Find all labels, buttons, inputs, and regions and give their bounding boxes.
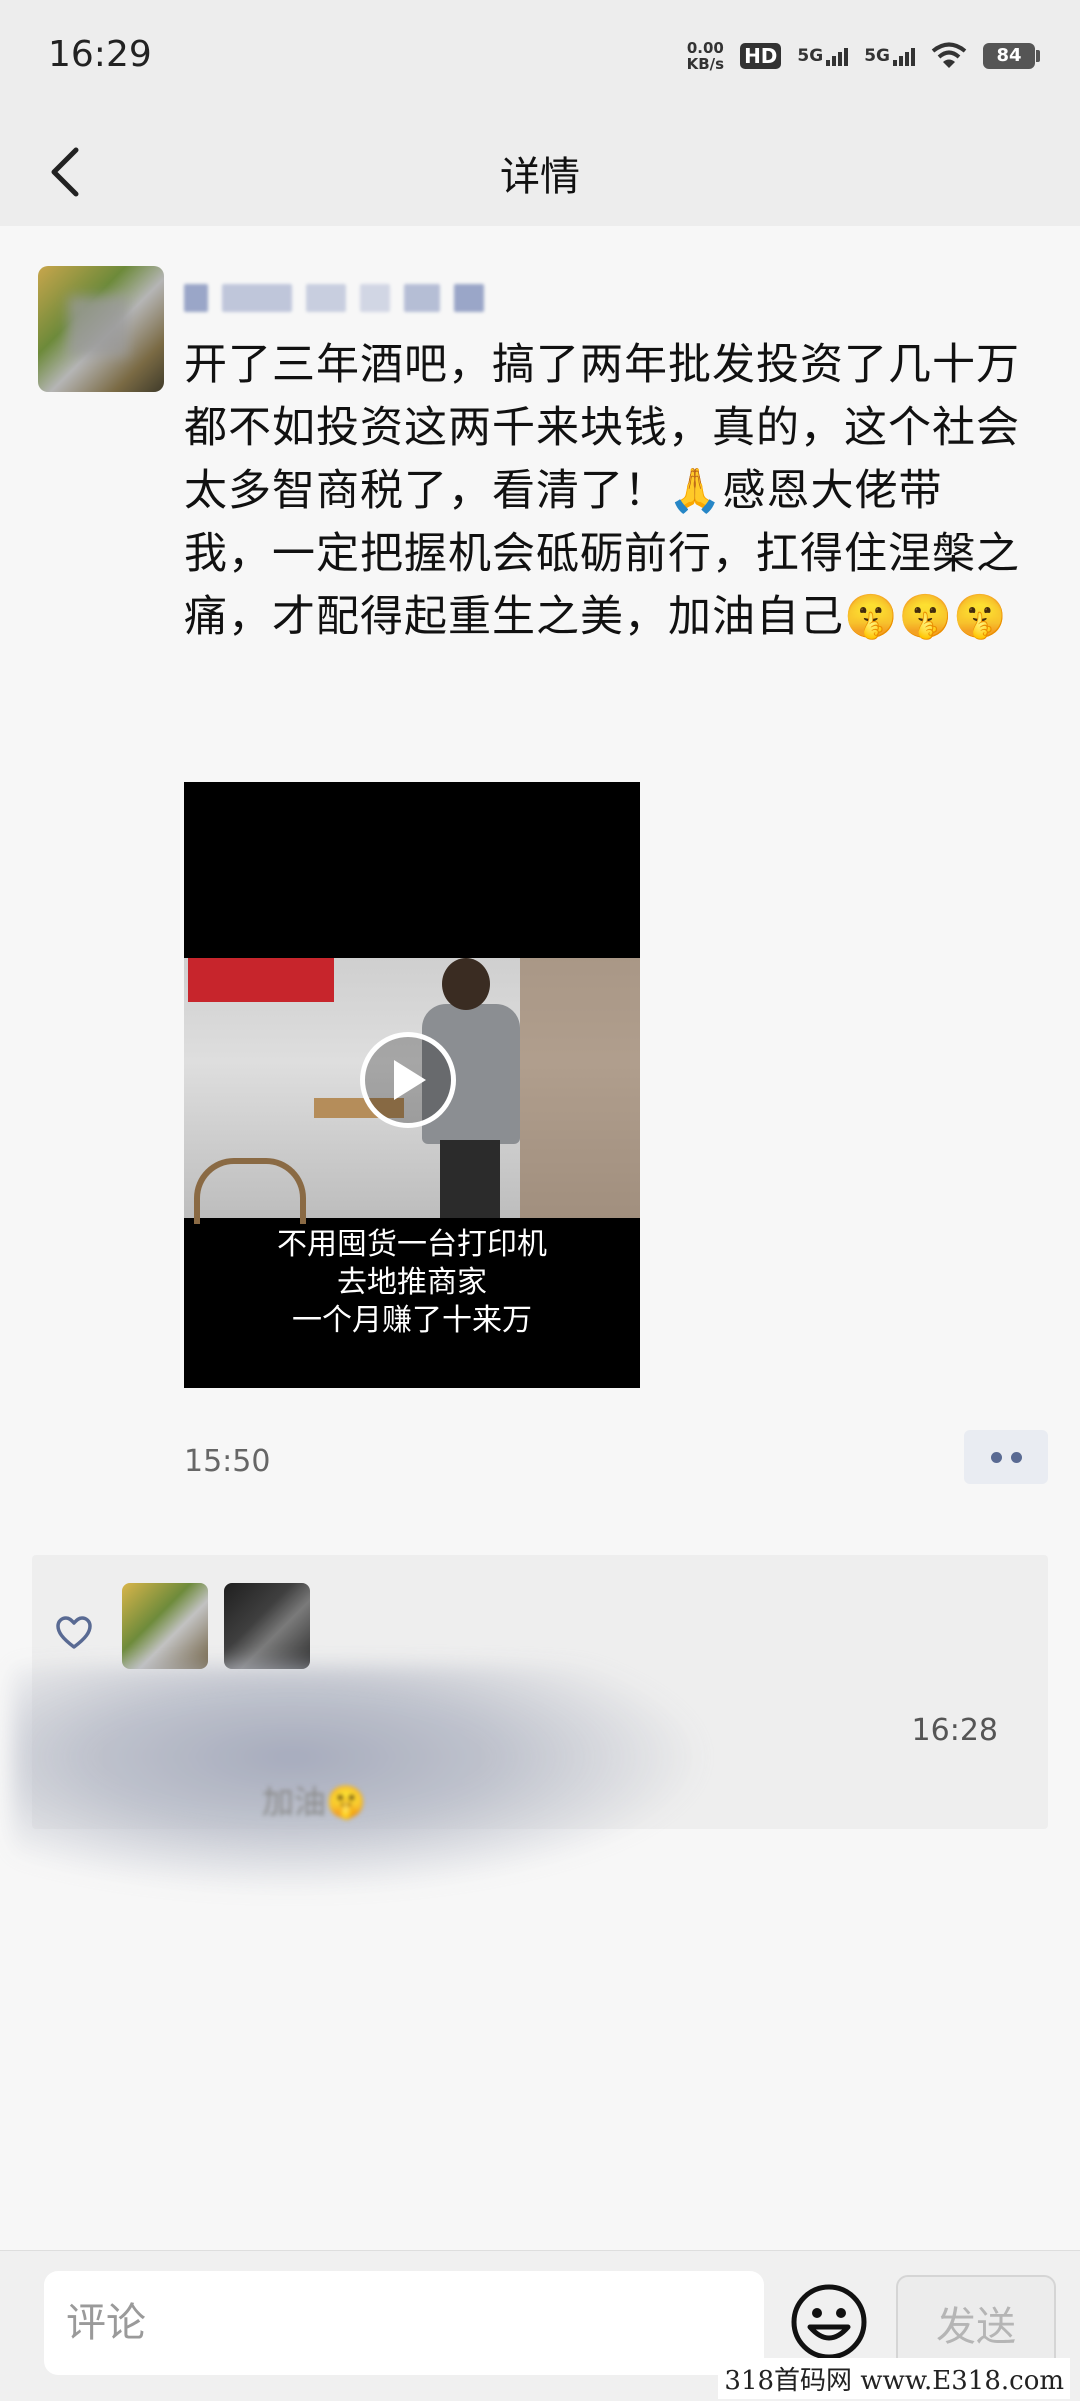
comment-input[interactable]: [44, 2271, 764, 2375]
signal-icon: 5G: [797, 46, 849, 66]
signal-icon: 5G: [864, 46, 915, 66]
comment-text[interactable]: 加油🤫: [262, 1777, 366, 1823]
nav-bar: 详情: [0, 118, 1080, 226]
post-text: 开了三年酒吧，搞了两年批发投资了几十万都不如投资这两千来块钱，真的，这个社会太多…: [184, 340, 1020, 642]
username-blurred[interactable]: [184, 274, 484, 322]
video-caption: 不用囤货一台打印机 去地推商家 一个月赚了十来万: [184, 1226, 640, 1340]
interactions-box: 16:28 加油🤫: [12, 1555, 1048, 1895]
network-speed: 0.00 KB/s: [687, 40, 724, 72]
sim2-label: 5G: [864, 46, 890, 66]
heart-outline-icon: [56, 1616, 92, 1649]
liker-avatar[interactable]: [224, 1583, 310, 1669]
send-button[interactable]: 发送: [896, 2275, 1056, 2371]
network-speed-value: 0.00: [686, 39, 724, 57]
more-dots-icon[interactable]: [964, 1430, 1048, 1484]
video-scene: [184, 958, 640, 1224]
play-button[interactable]: [360, 1032, 456, 1128]
avatar[interactable]: [38, 266, 164, 392]
status-bar: 16:29 0.00 KB/s HD 5G 5G 84: [0, 0, 1080, 118]
network-speed-unit: KB/s: [686, 55, 725, 73]
wifi-icon: [931, 42, 967, 68]
battery-level: 84: [983, 43, 1035, 69]
status-icons: 0.00 KB/s HD 5G 5G 84: [687, 36, 1040, 76]
page-title: 详情: [500, 154, 580, 200]
video-thumbnail[interactable]: 不用囤货一台打印机 去地推商家 一个月赚了十来万: [184, 782, 640, 1388]
liker-avatar[interactable]: [122, 1583, 208, 1669]
video-caption-line: 一个月赚了十来万: [292, 1303, 532, 1338]
status-time: 16:29: [48, 34, 152, 75]
comment-time: 16:28: [911, 1713, 998, 1748]
watermark: 318首码网 www.E318.com: [718, 2358, 1070, 2399]
smiley-icon[interactable]: [790, 2283, 868, 2361]
post-time: 15:50: [184, 1444, 271, 1479]
video-caption-line: 不用囤货一台打印机: [277, 1227, 547, 1262]
play-icon: [394, 1060, 426, 1100]
video-caption-line: 去地推商家: [337, 1265, 487, 1300]
hd-icon: HD: [740, 43, 782, 69]
sim1-label: 5G: [797, 46, 824, 66]
battery-icon: 84: [983, 43, 1040, 69]
